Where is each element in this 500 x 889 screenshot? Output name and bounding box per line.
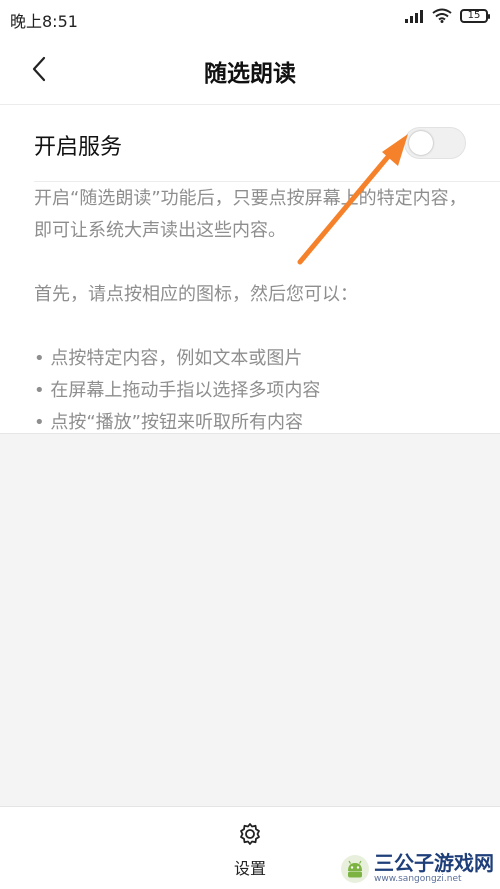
settings-label: 设置 xyxy=(233,859,266,878)
toggle-knob xyxy=(409,131,433,155)
page-title: 随选朗读 xyxy=(204,61,296,87)
android-robot-icon xyxy=(341,854,369,883)
description: 开启“随选朗读”功能后，只要点按屏幕上的特定内容，即可让系统大声读出这些内容。 … xyxy=(34,183,474,439)
signal-icon xyxy=(405,9,423,23)
status-bar: 晚上8:51 15 xyxy=(0,0,500,38)
bullet-item: • 点按特定内容，例如文本或图片 xyxy=(34,348,303,369)
settings-card: 开启服务 开启“随选朗读”功能后，只要点按屏幕上的特定内容，即可让系统大声读出这… xyxy=(0,104,500,434)
header: 随选朗读 xyxy=(0,38,500,104)
bullet-item: • 在屏幕上拖动手指以选择多项内容 xyxy=(34,380,321,401)
gear-icon xyxy=(240,823,260,845)
service-toggle-switch[interactable] xyxy=(404,127,466,159)
bullet-item: • 点按“播放”按钮来听取所有内容 xyxy=(34,412,303,433)
settings-button[interactable]: 设置 xyxy=(220,821,280,881)
service-label: 开启服务 xyxy=(34,135,123,160)
watermark: 三公子游戏网 www.sangongzi.net xyxy=(340,853,494,884)
service-toggle-row[interactable]: 开启服务 xyxy=(0,105,500,181)
watermark-url: www.sangongzi.net xyxy=(374,874,462,884)
battery-icon: 15 xyxy=(460,8,490,23)
watermark-title: 三公子游戏网 xyxy=(374,851,494,875)
status-time: 晚上8:51 xyxy=(10,12,78,31)
wifi-icon xyxy=(432,8,452,23)
description-intro: 开启“随选朗读”功能后，只要点按屏幕上的特定内容，即可让系统大声读出这些内容。 xyxy=(34,188,467,241)
status-icons: 15 xyxy=(404,8,490,23)
battery-level: 15 xyxy=(467,9,481,21)
divider xyxy=(34,181,500,182)
bottom-bar: 设置 三公子游戏网 www.sangongzi.net xyxy=(0,806,500,889)
description-instruction: 首先，请点按相应的图标，然后您可以： xyxy=(34,284,358,305)
